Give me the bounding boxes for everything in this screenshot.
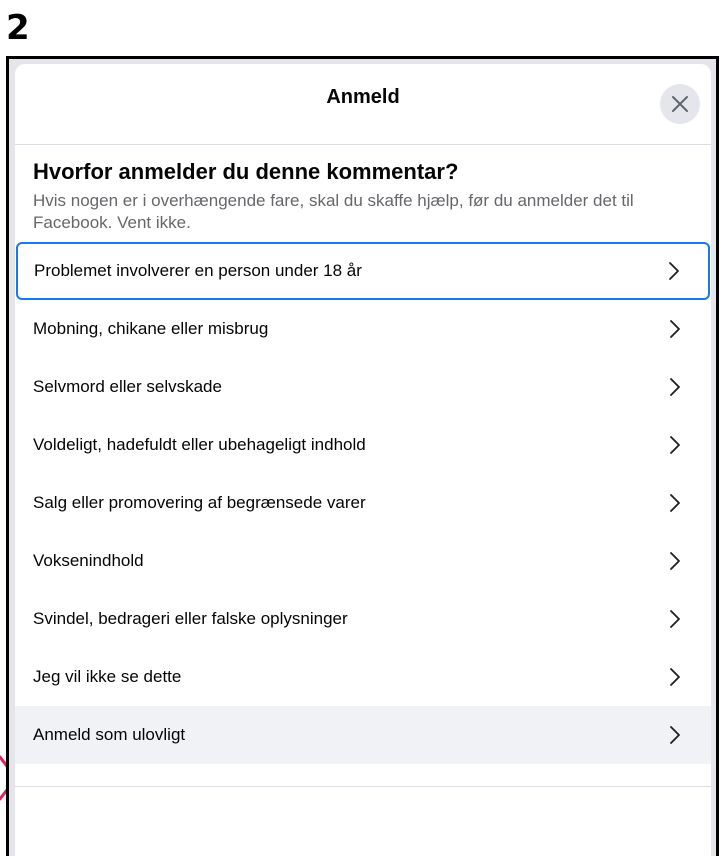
screenshot-frame: Anmeld Hvorfor anmelder du denne komment…: [6, 56, 719, 856]
chevron-right-icon: [670, 494, 680, 512]
option-label: Voldeligt, hadefuldt eller ubehageligt i…: [33, 435, 366, 454]
option-label: Jeg vil ikke se dette: [33, 667, 182, 686]
chevron-right-icon: [670, 436, 680, 454]
option-label: Problemet involverer en person under 18 …: [34, 261, 362, 280]
option-label: Voksenindhold: [33, 551, 144, 570]
dialog-title: Anmeld: [326, 86, 400, 108]
chevron-right-icon: [670, 668, 680, 686]
chevron-right-icon: [670, 726, 680, 744]
option-report-illegal[interactable]: Anmeld som ulovligt: [15, 706, 711, 764]
close-icon: [672, 96, 688, 112]
option-label: Salg eller promovering af begrænsede var…: [33, 493, 366, 512]
chevron-right-icon: [670, 320, 680, 338]
report-options-list: Problemet involverer en person under 18 …: [15, 242, 711, 787]
question-section: Hvorfor anmelder du denne kommentar? Hvi…: [15, 145, 711, 242]
option-adult-content[interactable]: Voksenindhold: [15, 532, 711, 590]
option-label: Mobning, chikane eller misbrug: [33, 319, 269, 338]
option-scam-fraud[interactable]: Svindel, bedrageri eller falske oplysnin…: [15, 590, 711, 648]
option-self-harm[interactable]: Selvmord eller selvskade: [15, 358, 711, 416]
chevron-right-icon: [669, 262, 679, 280]
chevron-right-icon: [670, 610, 680, 628]
option-label: Svindel, bedrageri eller falske oplysnin…: [33, 609, 348, 628]
option-bullying[interactable]: Mobning, chikane eller misbrug: [15, 300, 711, 358]
footer-divider: [15, 786, 711, 787]
chevron-right-icon: [670, 378, 680, 396]
dialog-header: Anmeld: [15, 64, 711, 145]
chevron-right-icon: [670, 552, 680, 570]
step-number: 2: [6, 8, 30, 48]
option-restricted-goods[interactable]: Salg eller promovering af begrænsede var…: [15, 474, 711, 532]
option-under-18[interactable]: Problemet involverer en person under 18 …: [16, 242, 710, 300]
report-dialog: Anmeld Hvorfor anmelder du denne komment…: [15, 64, 711, 856]
option-label: Selvmord eller selvskade: [33, 377, 222, 396]
option-label: Anmeld som ulovligt: [33, 725, 186, 744]
question-subtitle: Hvis nogen er i overhængende fare, skal …: [33, 191, 634, 232]
question-title: Hvorfor anmelder du denne kommentar?: [33, 159, 459, 184]
close-button[interactable]: [660, 84, 700, 124]
option-violent-content[interactable]: Voldeligt, hadefuldt eller ubehageligt i…: [15, 416, 711, 474]
option-dont-want-to-see[interactable]: Jeg vil ikke se dette: [15, 648, 711, 706]
